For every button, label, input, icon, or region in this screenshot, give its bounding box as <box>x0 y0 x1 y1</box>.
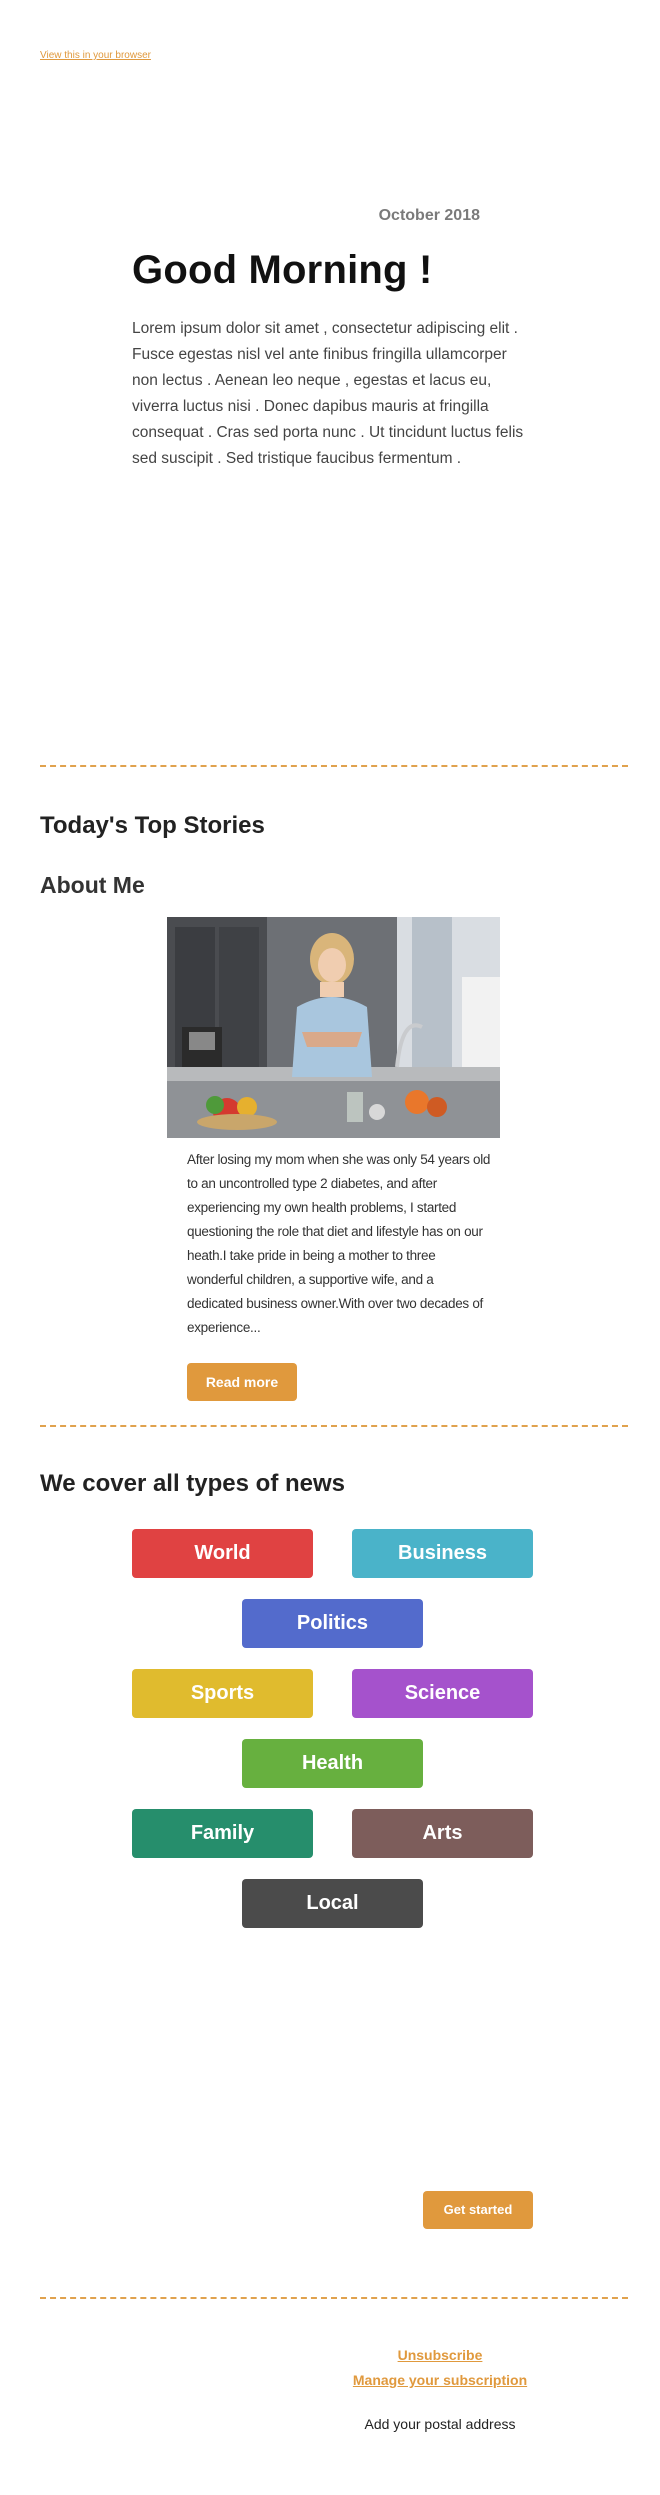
unsubscribe-link[interactable]: Unsubscribe <box>340 2347 540 2363</box>
category-business-button[interactable]: Business <box>352 1529 533 1578</box>
view-in-browser-link[interactable]: View this in your browser <box>40 50 151 61</box>
divider-2 <box>40 1425 628 1427</box>
category-family-button[interactable]: Family <box>132 1809 313 1858</box>
issue-date: October 2018 <box>378 207 480 224</box>
news-types-heading: We cover all types of news <box>40 1470 346 1497</box>
manage-subscription-link[interactable]: Manage your subscription <box>340 2372 540 2388</box>
get-started-button[interactable]: Get started <box>423 2191 533 2229</box>
author-photo <box>167 917 500 1138</box>
category-local-button[interactable]: Local <box>242 1879 423 1928</box>
about-me-heading: About Me <box>40 872 145 898</box>
intro-paragraph: Lorem ipsum dolor sit amet , consectetur… <box>132 320 524 467</box>
category-world-button[interactable]: World <box>132 1529 313 1578</box>
category-arts-button[interactable]: Arts <box>352 1809 533 1858</box>
category-science-button[interactable]: Science <box>352 1669 533 1718</box>
top-stories-heading: Today's Top Stories <box>40 812 265 839</box>
divider-1 <box>40 765 628 767</box>
kitchen-photo-illustration <box>167 917 500 1138</box>
greeting-title: Good Morning ! <box>132 248 433 292</box>
category-health-button[interactable]: Health <box>242 1739 423 1788</box>
category-sports-button[interactable]: Sports <box>132 1669 313 1718</box>
category-politics-button[interactable]: Politics <box>242 1599 423 1648</box>
postal-address: Add your postal address <box>364 2416 516 2432</box>
author-bio: After losing my mom when she was only 54… <box>187 1152 491 1335</box>
divider-3 <box>40 2297 628 2299</box>
read-more-button[interactable]: Read more <box>187 1363 297 1401</box>
